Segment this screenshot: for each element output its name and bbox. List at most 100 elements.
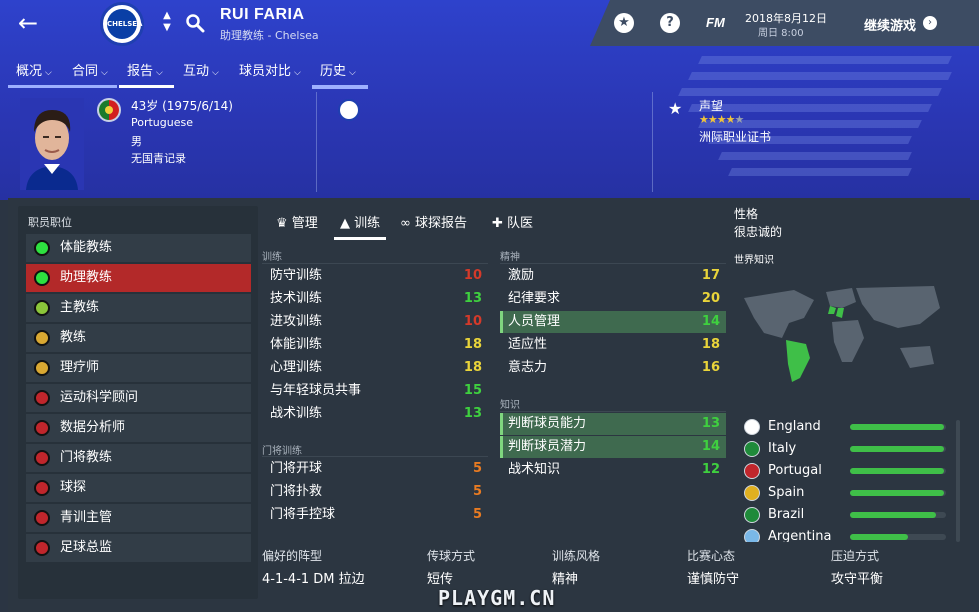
passing-value: 短传 xyxy=(427,572,454,587)
role-item[interactable]: 球探 xyxy=(26,474,251,502)
attribute-value: 10 xyxy=(463,314,482,329)
knowledge-bar xyxy=(850,468,946,474)
knowledge-bar xyxy=(850,490,946,496)
attribute-label: 意志力 xyxy=(508,360,548,375)
nation-flag-icon xyxy=(744,419,760,435)
club-crest-text: CHELSEA xyxy=(107,9,142,39)
attribute-value: 5 xyxy=(472,461,482,476)
knowledge-bar xyxy=(850,446,946,452)
search-icon[interactable] xyxy=(185,13,205,33)
tab-contract[interactable]: 合同 ⌵ xyxy=(64,60,117,88)
attribute-value: 15 xyxy=(463,383,482,398)
role-item[interactable]: 助理教练 xyxy=(26,264,251,292)
role-label: 青训主管 xyxy=(60,510,113,525)
knowledge-bar-fill xyxy=(850,424,945,430)
tab-label: 报告 xyxy=(127,64,154,79)
tab-interaction[interactable]: 互动 ⌵ xyxy=(175,60,227,88)
tab-management[interactable]: ♛ 管理 xyxy=(276,212,318,240)
attribute-label: 判断球员潜力 xyxy=(508,439,587,454)
tab-label: 训练 xyxy=(354,216,381,231)
chevron-down-icon: ⌵ xyxy=(101,68,108,78)
help-icon[interactable]: ? xyxy=(660,13,680,33)
cone-icon: ▲ xyxy=(340,216,355,231)
attribute-label: 技术训练 xyxy=(270,291,323,306)
attribute-label: 进攻训练 xyxy=(270,314,323,329)
back-arrow-icon[interactable]: ← xyxy=(18,10,42,36)
role-item[interactable]: 主教练 xyxy=(26,294,251,322)
role-suitability-icon xyxy=(34,330,50,346)
knowledge-bar-fill xyxy=(850,468,945,474)
tab-scouting[interactable]: ∞ 球探报告 xyxy=(400,212,467,240)
knowledge-bar xyxy=(850,512,946,518)
knowledge-bar xyxy=(850,424,946,430)
attribute-row: 战术训练 13 xyxy=(262,403,488,425)
role-item[interactable]: 教练 xyxy=(26,324,251,352)
medkit-icon: ✚ xyxy=(492,216,508,231)
attributes-panel: ♛ 管理 ▲ 训练 ∞ 球探报告 ✚ 队医 训练 防守训练 10 技术训练 13 进攻训… xyxy=(256,206,736,536)
formation-label: 偏好的阵型 xyxy=(262,549,323,563)
chevron-down-icon: ⌵ xyxy=(294,68,301,78)
role-item[interactable]: 理疗师 xyxy=(26,354,251,382)
scrollbar[interactable] xyxy=(956,420,960,542)
role-item[interactable]: 青训主管 xyxy=(26,504,251,532)
staff-roles-panel: 职员职位 体能教练 助理教练主教练教练 理疗师 运动科学顾问数据分析师门将教练球探青训… xyxy=(18,206,258,599)
continue-button[interactable]: 继续游戏 xyxy=(864,15,916,34)
club-crest-icon[interactable]: CHELSEA xyxy=(100,2,144,46)
trophy-icon[interactable]: ★ xyxy=(614,13,634,33)
formation-value: 4-1-4-1 DM 拉边 xyxy=(262,572,365,587)
gender: 男 xyxy=(131,135,142,148)
role-item[interactable]: 门将教练 xyxy=(26,444,251,472)
tab-training[interactable]: ▲ 训练 xyxy=(334,212,387,240)
attribute-row: 判断球员潜力 14 xyxy=(500,436,726,458)
role-item[interactable]: 足球总监 xyxy=(26,534,251,562)
up-down-chevron-icon[interactable]: ▲ ▼ xyxy=(160,10,174,38)
tab-label: 互动 xyxy=(183,64,210,79)
attribute-row: 纪律要求 20 xyxy=(500,288,726,310)
attribute-row: 激励 17 xyxy=(500,265,726,287)
role-label: 门将教练 xyxy=(60,450,113,465)
nation-row: Portugal xyxy=(744,460,946,482)
nation-row: Spain xyxy=(744,482,946,504)
role-suitability-icon xyxy=(34,420,50,436)
attribute-value: 13 xyxy=(463,291,482,306)
person-role: 助理教练 - Chelsea xyxy=(220,29,319,42)
training-style-label: 训练风格 xyxy=(552,549,601,563)
attribute-value: 16 xyxy=(701,360,720,375)
role-suitability-icon xyxy=(34,510,50,526)
nation-name: England xyxy=(768,419,821,434)
knowledge-bar-fill xyxy=(850,446,945,452)
roles-header: 职员职位 xyxy=(28,216,72,229)
tab-reports[interactable]: 报告 ⌵ xyxy=(119,60,174,88)
attribute-row: 进攻训练 10 xyxy=(262,311,488,333)
role-item[interactable]: 运动科学顾问 xyxy=(26,384,251,412)
continue-arrow-icon[interactable]: › xyxy=(923,16,937,30)
coaching-license: 洲际职业证书 xyxy=(699,130,772,144)
tab-medical[interactable]: ✚ 队医 xyxy=(492,212,533,240)
tab-overview[interactable]: 概况 ⌵ xyxy=(8,60,64,88)
role-item[interactable]: 体能教练 xyxy=(26,234,251,262)
training-style-value: 精神 xyxy=(552,572,579,587)
attribute-row: 人员管理 14 xyxy=(500,311,726,333)
tab-label: 球探报告 xyxy=(414,216,467,231)
role-item[interactable]: 数据分析师 xyxy=(26,414,251,442)
role-label: 数据分析师 xyxy=(60,420,126,435)
watermark: PLAYGM.CN xyxy=(438,586,556,610)
role-suitability-icon xyxy=(34,270,50,286)
club-badge-icon[interactable] xyxy=(338,99,360,121)
binoculars-icon: ∞ xyxy=(400,216,415,231)
mentality-value: 谨慎防守 xyxy=(687,572,740,587)
game-time: 周日 8:00 xyxy=(758,28,804,39)
fm-logo[interactable]: FM xyxy=(706,15,725,30)
tab-history[interactable]: 历史 ⌵ xyxy=(312,60,368,88)
tab-player-compare[interactable]: 球员对比 ⌵ xyxy=(231,60,311,88)
attribute-label: 心理训练 xyxy=(270,360,323,375)
profile-summary: 43岁 (1975/6/14) Portuguese 男 无国青记录 ★ 声望 … xyxy=(0,86,979,202)
tab-label: 合同 xyxy=(72,64,99,79)
tab-label: 队医 xyxy=(507,216,534,231)
attribute-label: 门将手控球 xyxy=(270,507,336,522)
attribute-value: 18 xyxy=(701,337,720,352)
tab-label: 概况 xyxy=(16,64,43,79)
role-label: 主教练 xyxy=(60,300,100,315)
role-suitability-icon xyxy=(34,540,50,556)
attribute-value: 14 xyxy=(701,314,720,329)
